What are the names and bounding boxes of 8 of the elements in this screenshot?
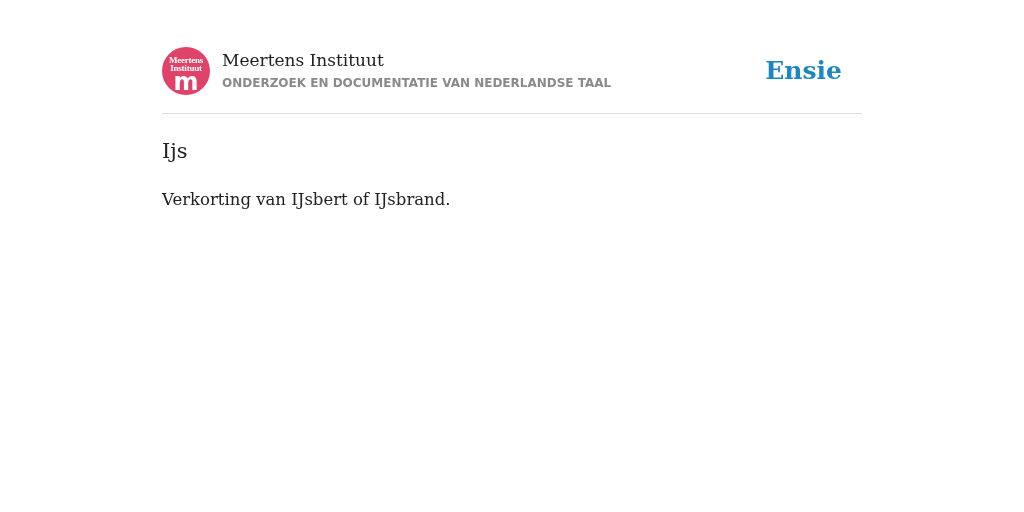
- entry-heading: Ijs: [162, 138, 189, 165]
- logo-text: Meertens: [168, 56, 204, 64]
- logo-text: Instituut: [170, 64, 202, 72]
- site-title: Meertens Instituut: [222, 49, 385, 72]
- brand-logo[interactable]: Ensie: [765, 52, 842, 90]
- entry-definition: Verkorting van IJsbert of IJsbrand.: [162, 188, 452, 211]
- logo-letter: m: [173, 72, 199, 92]
- site-subtitle: ONDERZOEK EN DOCUMENTATIE VAN NEDERLANDSE TAAL: [222, 75, 612, 93]
